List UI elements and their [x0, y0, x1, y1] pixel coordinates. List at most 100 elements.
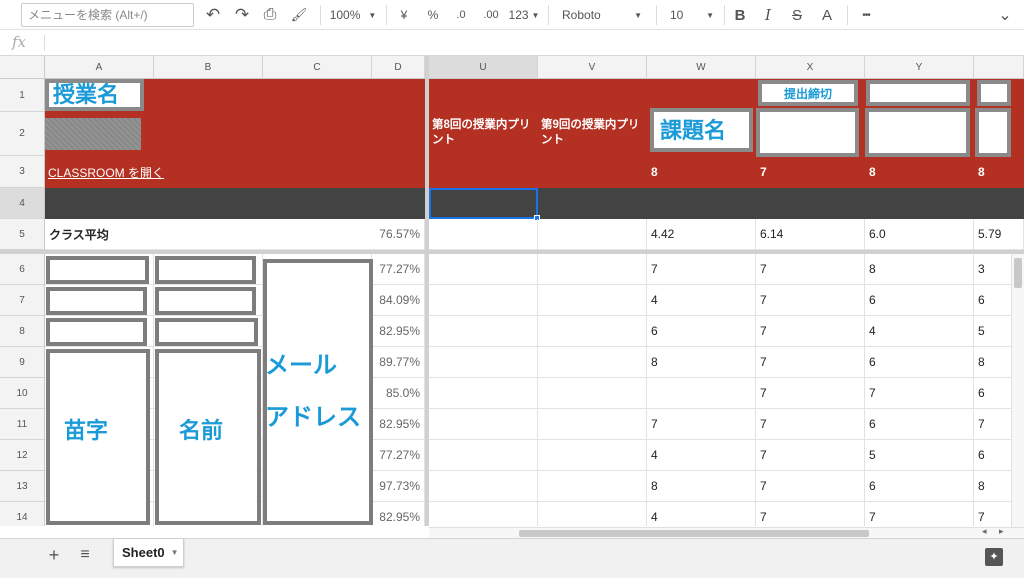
- row-header[interactable]: 2: [0, 112, 45, 156]
- score-cell-d[interactable]: 85.0%: [372, 378, 425, 409]
- average-d[interactable]: 76.57%: [372, 219, 425, 250]
- score-cell-x[interactable]: 7: [756, 409, 865, 440]
- font-select[interactable]: Roboto ▼: [556, 4, 646, 26]
- average-v[interactable]: [538, 219, 647, 250]
- cell-w3[interactable]: 8: [647, 156, 756, 188]
- score-cell-v[interactable]: [538, 440, 647, 471]
- row-header[interactable]: 12: [0, 440, 45, 471]
- vertical-scroll-thumb[interactable]: [1014, 258, 1022, 288]
- add-sheet-icon[interactable]: +: [46, 545, 62, 565]
- column-header-c[interactable]: C: [263, 56, 372, 79]
- print-icon[interactable]: ⎙: [259, 4, 281, 26]
- score-cell-d[interactable]: 84.09%: [372, 285, 425, 316]
- score-cell-x[interactable]: 7: [756, 471, 865, 502]
- score-cell-v[interactable]: [538, 502, 647, 526]
- all-sheets-icon[interactable]: ≡: [76, 545, 94, 565]
- score-cell-y[interactable]: 7: [865, 502, 974, 526]
- column-header-u[interactable]: U: [429, 56, 538, 79]
- paint-format-icon[interactable]: 🖌: [288, 4, 310, 26]
- sheet-tab-sheet0[interactable]: Sheet0 ▼: [113, 539, 184, 567]
- column-header-z[interactable]: [974, 56, 1024, 79]
- score-cell-w[interactable]: 7: [647, 409, 756, 440]
- column-header-v[interactable]: V: [538, 56, 647, 79]
- score-cell-y[interactable]: 5: [865, 440, 974, 471]
- score-cell-v[interactable]: [538, 285, 647, 316]
- select-all-corner[interactable]: [0, 56, 45, 79]
- column-header-d[interactable]: D: [372, 56, 425, 79]
- row-header[interactable]: 8: [0, 316, 45, 347]
- average-w[interactable]: 4.42: [647, 219, 756, 250]
- score-cell-u[interactable]: [429, 471, 538, 502]
- score-cell-x[interactable]: 7: [756, 254, 865, 285]
- row-header[interactable]: 10: [0, 378, 45, 409]
- score-cell-y[interactable]: 6: [865, 471, 974, 502]
- more-icon[interactable]: •••: [855, 4, 877, 26]
- font-size-select[interactable]: 10 ▼: [664, 4, 718, 26]
- increase-decimal-button[interactable]: .00: [478, 4, 504, 26]
- cell-u2[interactable]: 第8回の授業内プリント: [432, 118, 536, 154]
- score-cell-x[interactable]: 7: [756, 378, 865, 409]
- score-cell-w[interactable]: 7: [647, 254, 756, 285]
- score-cell-u[interactable]: [429, 378, 538, 409]
- column-header-w[interactable]: W: [647, 56, 756, 79]
- text-color-button[interactable]: A: [817, 4, 837, 26]
- score-cell-u[interactable]: [429, 347, 538, 378]
- score-cell-x[interactable]: 7: [756, 316, 865, 347]
- score-cell-y[interactable]: 6: [865, 347, 974, 378]
- bold-button[interactable]: B: [730, 4, 750, 26]
- classroom-link[interactable]: CLASSROOM を開く: [45, 156, 245, 188]
- row-header[interactable]: 4: [0, 188, 45, 219]
- score-cell-d[interactable]: 89.77%: [372, 347, 425, 378]
- column-header-b[interactable]: B: [154, 56, 263, 79]
- row-header[interactable]: 3: [0, 156, 45, 188]
- number-format-select[interactable]: 123 ▼: [507, 4, 541, 26]
- column-header-a[interactable]: A: [45, 56, 154, 79]
- average-z[interactable]: 5.79: [974, 219, 1024, 250]
- row-header[interactable]: 1: [0, 79, 45, 112]
- score-cell-d[interactable]: 77.27%: [372, 254, 425, 285]
- row-header[interactable]: 11: [0, 409, 45, 440]
- scroll-right-icon[interactable]: ▸: [999, 526, 1004, 537]
- score-cell-v[interactable]: [538, 254, 647, 285]
- cell-z3[interactable]: 8: [974, 156, 1024, 188]
- zoom-select[interactable]: 100% ▼: [328, 4, 378, 26]
- score-cell-w[interactable]: 4: [647, 502, 756, 526]
- score-cell-d[interactable]: 97.73%: [372, 471, 425, 502]
- row-header[interactable]: 9: [0, 347, 45, 378]
- horizontal-scroll-thumb[interactable]: [519, 530, 869, 537]
- collapse-toolbar-icon[interactable]: ⌄: [995, 4, 1015, 26]
- score-cell-d[interactable]: 77.27%: [372, 440, 425, 471]
- row-header[interactable]: 6: [0, 254, 45, 285]
- cell-v2[interactable]: 第9回の授業内プリント: [541, 118, 645, 154]
- italic-button[interactable]: I: [758, 4, 778, 26]
- score-cell-v[interactable]: [538, 378, 647, 409]
- average-label[interactable]: クラス平均: [45, 219, 372, 250]
- currency-button[interactable]: ¥: [394, 4, 414, 26]
- score-cell-y[interactable]: 4: [865, 316, 974, 347]
- menu-search-input[interactable]: メニューを検索 (Alt+/): [21, 3, 194, 27]
- score-cell-y[interactable]: 7: [865, 378, 974, 409]
- score-cell-x[interactable]: 7: [756, 440, 865, 471]
- score-cell-u[interactable]: [429, 502, 538, 526]
- row-header[interactable]: 7: [0, 285, 45, 316]
- undo-icon[interactable]: ↶: [202, 4, 224, 26]
- score-cell-w[interactable]: 4: [647, 285, 756, 316]
- score-cell-d[interactable]: 82.95%: [372, 409, 425, 440]
- redo-icon[interactable]: ↷: [231, 4, 253, 26]
- scroll-left-icon[interactable]: ◂: [982, 526, 987, 537]
- formula-input[interactable]: [50, 33, 1010, 53]
- score-cell-d[interactable]: 82.95%: [372, 502, 425, 526]
- score-cell-x[interactable]: 7: [756, 285, 865, 316]
- percent-button[interactable]: %: [423, 4, 443, 26]
- score-cell-u[interactable]: [429, 316, 538, 347]
- score-cell-w[interactable]: 8: [647, 347, 756, 378]
- score-cell-u[interactable]: [429, 285, 538, 316]
- score-cell-w[interactable]: 4: [647, 440, 756, 471]
- score-cell-x[interactable]: 7: [756, 502, 865, 526]
- score-cell-d[interactable]: 82.95%: [372, 316, 425, 347]
- chevron-down-icon[interactable]: ▼: [171, 548, 179, 557]
- score-cell-x[interactable]: 7: [756, 347, 865, 378]
- decrease-decimal-button[interactable]: .0: [450, 4, 472, 26]
- strikethrough-button[interactable]: S: [787, 4, 807, 26]
- average-u[interactable]: [429, 219, 538, 250]
